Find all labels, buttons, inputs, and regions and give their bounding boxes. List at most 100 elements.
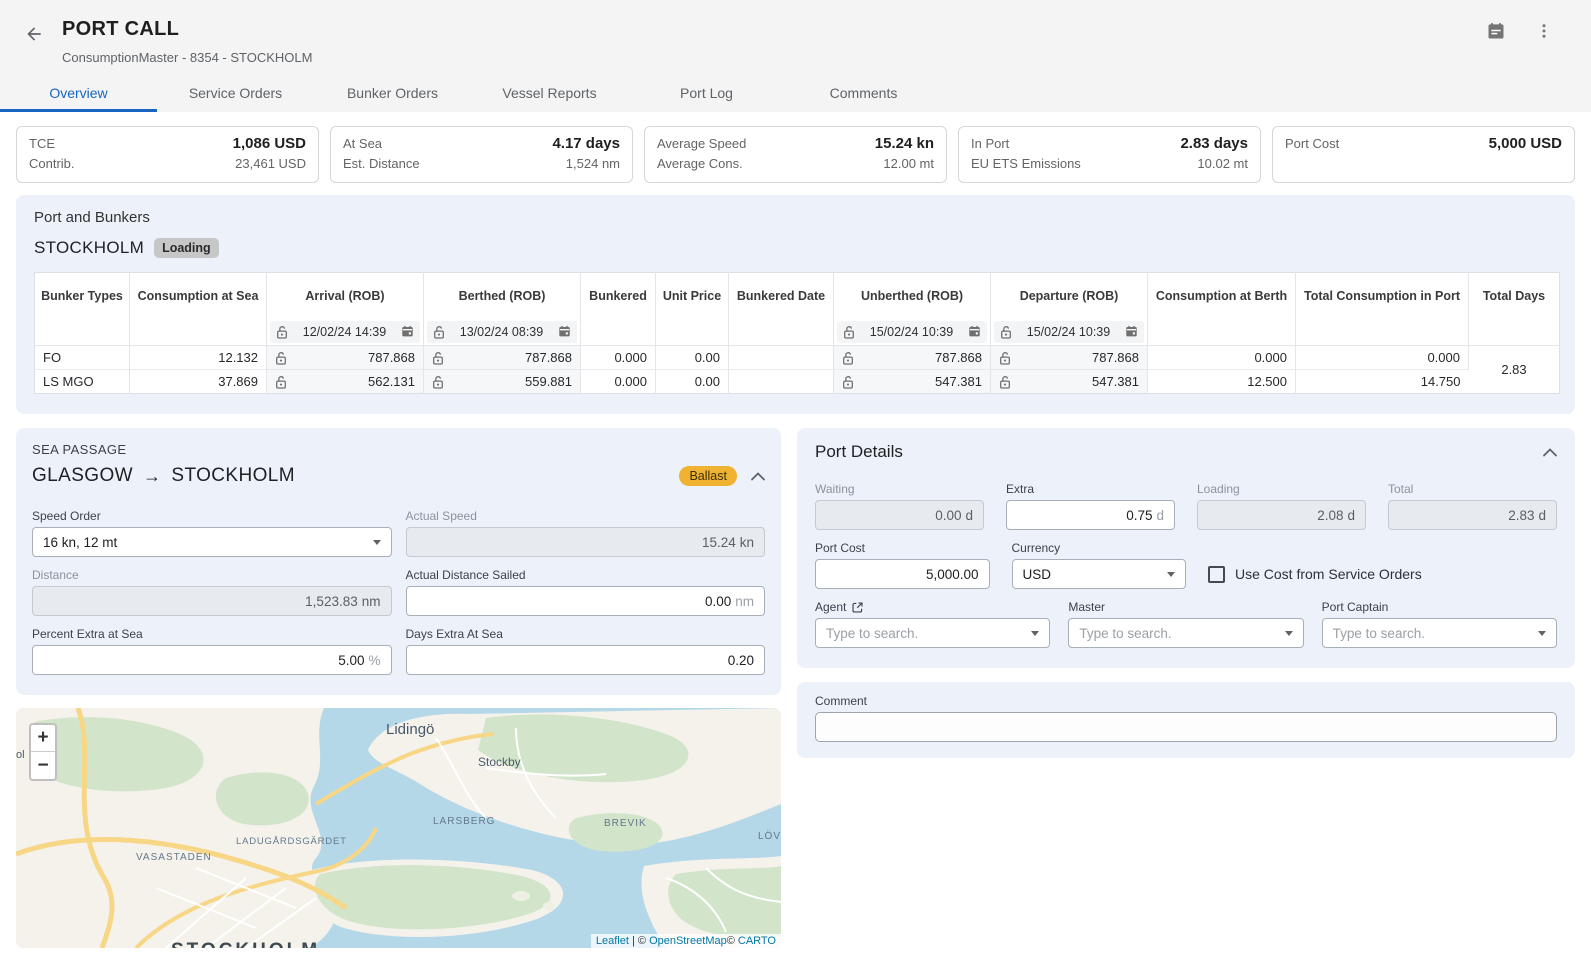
column-header: Total Days xyxy=(1469,273,1560,319)
unberthed-date-picker[interactable]: 15/02/24 10:39 xyxy=(837,321,987,343)
tab-overview[interactable]: Overview xyxy=(0,74,157,112)
column-header: Bunkered xyxy=(581,273,656,319)
tab-port-log[interactable]: Port Log xyxy=(628,74,785,112)
tab-vessel-reports[interactable]: Vessel Reports xyxy=(471,74,628,112)
stat-value: 2.83 days xyxy=(1180,134,1248,154)
port-details-title: Port Details xyxy=(815,442,903,462)
consumption-at-sea-cell[interactable]: 12.132 xyxy=(130,346,267,370)
days-extra-at-sea-field: Days Extra At Sea 0.20 xyxy=(406,627,766,675)
total-field: Total 2.83 d xyxy=(1388,482,1557,530)
bunkered-cell[interactable]: 0.000 xyxy=(581,346,656,370)
column-header: Consumption at Sea xyxy=(130,273,267,319)
speed-order-select[interactable]: 16 kn, 12 mt xyxy=(32,527,392,557)
field-label: Actual Speed xyxy=(406,509,766,523)
map-canvas: Lidingö Stockby LARSBERG BREVIK LÖVBER L… xyxy=(16,708,781,948)
stat-value: 1,086 USD xyxy=(233,134,306,154)
unit-price-cell[interactable]: 0.00 xyxy=(656,346,729,370)
bunker-type-cell: LS MGO xyxy=(35,370,130,394)
field-unit: nm xyxy=(735,594,754,609)
overflow-menu-button[interactable] xyxy=(1531,18,1557,44)
collapse-sea-passage-button[interactable] xyxy=(751,472,765,481)
bunkered-cell[interactable]: 0.000 xyxy=(581,370,656,394)
carto-link[interactable]: CARTO xyxy=(738,935,776,947)
ballast-badge: Ballast xyxy=(679,466,737,486)
waiting-field: Waiting 0.00 d xyxy=(815,482,984,530)
port-captain-field: Port Captain Type to search. xyxy=(1322,600,1557,648)
field-unit: d xyxy=(1347,508,1355,523)
calendar-button[interactable] xyxy=(1483,18,1509,44)
field-label: Distance xyxy=(32,568,392,582)
lock-open-icon[interactable] xyxy=(275,375,287,389)
lock-open-icon[interactable] xyxy=(999,375,1011,389)
attribution-separator: © xyxy=(727,935,738,947)
days-extra-at-sea-input[interactable]: 0.20 xyxy=(406,645,766,675)
use-cost-checkbox[interactable] xyxy=(1208,566,1225,583)
map-zoom-in-button[interactable]: + xyxy=(31,725,55,752)
lock-open-icon[interactable] xyxy=(842,351,854,365)
field-label: Days Extra At Sea xyxy=(406,627,766,641)
port-cost-input[interactable]: 5,000.00 xyxy=(815,559,990,589)
map-attribution: Leaflet | © OpenStreetMap© CARTO xyxy=(591,934,781,948)
lock-open-icon[interactable] xyxy=(999,351,1011,365)
bunkered-date-cell[interactable] xyxy=(729,370,834,394)
master-search-input[interactable]: Type to search. xyxy=(1068,618,1303,648)
arrival-date: 12/02/24 14:39 xyxy=(294,325,395,339)
tab-comments[interactable]: Comments xyxy=(785,74,942,112)
column-header: Bunkered Date xyxy=(729,273,834,319)
rob-value: 787.868 xyxy=(450,350,572,365)
external-link-icon[interactable] xyxy=(851,601,864,614)
leaflet-link[interactable]: Leaflet xyxy=(596,935,629,947)
departure-date: 15/02/24 10:39 xyxy=(1018,325,1119,339)
departure-date-picker[interactable]: 15/02/24 10:39 xyxy=(994,321,1144,343)
lock-open-icon[interactable] xyxy=(432,351,444,365)
currency-select[interactable]: USD xyxy=(1012,559,1187,589)
berthed-date-picker[interactable]: 13/02/24 08:39 xyxy=(427,321,577,343)
consumption-at-berth-cell[interactable]: 0.000 xyxy=(1148,346,1296,370)
lock-open-icon[interactable] xyxy=(432,375,444,389)
loading-field: Loading 2.08 d xyxy=(1197,482,1366,530)
distance-input: 1,523.83 nm xyxy=(32,586,392,616)
page-title: PORT CALL xyxy=(62,18,312,41)
unit-price-cell[interactable]: 0.00 xyxy=(656,370,729,394)
lock-open-icon xyxy=(433,325,445,339)
field-value: 2.08 xyxy=(1317,508,1343,523)
map-zoom-out-button[interactable]: − xyxy=(31,752,55,779)
consumption-at-sea-cell[interactable]: 37.869 xyxy=(130,370,267,394)
comment-input[interactable] xyxy=(815,712,1557,742)
consumption-at-berth-cell[interactable]: 12.500 xyxy=(1148,370,1296,394)
lock-open-icon[interactable] xyxy=(842,375,854,389)
stat-card-port-cost: Port Cost5,000 USD xyxy=(1272,126,1575,183)
lock-open-icon[interactable] xyxy=(275,351,287,365)
calendar-small-icon xyxy=(401,325,414,338)
port-cost-field: Port Cost 5,000.00 xyxy=(815,541,990,589)
map[interactable]: Lidingö Stockby LARSBERG BREVIK LÖVBER L… xyxy=(16,708,781,948)
tab-bar: Overview Service Orders Bunker Orders Ve… xyxy=(0,74,1591,112)
berthed-rob-cell: 787.868 xyxy=(424,346,581,370)
stats-row: TCE1,086 USD Contrib.23,461 USD At Sea4.… xyxy=(16,126,1575,183)
agent-field: Agent Type to search. xyxy=(815,600,1050,648)
map-islet xyxy=(512,891,530,901)
column-header: Berthed (ROB) xyxy=(424,273,581,319)
percent-extra-at-sea-input[interactable]: 5.00 % xyxy=(32,645,392,675)
extra-input[interactable]: 0.75 d xyxy=(1006,500,1175,530)
total-consumption-cell: 14.750 xyxy=(1296,370,1469,394)
collapse-port-details-button[interactable] xyxy=(1543,448,1557,457)
waiting-input: 0.00 d xyxy=(815,500,984,530)
back-button[interactable] xyxy=(20,20,48,48)
agent-search-input[interactable]: Type to search. xyxy=(815,618,1050,648)
distance-field: Distance 1,523.83 nm xyxy=(32,568,392,616)
stat-value: 5,000 USD xyxy=(1489,134,1562,154)
field-unit: d xyxy=(965,508,973,523)
chevron-down-icon xyxy=(1285,631,1293,636)
tab-bunker-orders[interactable]: Bunker Orders xyxy=(314,74,471,112)
unberthed-rob-cell: 787.868 xyxy=(834,346,991,370)
column-header: Departure (ROB) xyxy=(991,273,1148,319)
field-unit: d xyxy=(1156,508,1164,523)
field-value: 2.83 xyxy=(1508,508,1534,523)
tab-service-orders[interactable]: Service Orders xyxy=(157,74,314,112)
port-captain-search-input[interactable]: Type to search. xyxy=(1322,618,1557,648)
actual-distance-sailed-input[interactable]: 0.00 nm xyxy=(406,586,766,616)
bunkered-date-cell[interactable] xyxy=(729,346,834,370)
openstreetmap-link[interactable]: OpenStreetMap xyxy=(649,935,727,947)
arrival-date-picker[interactable]: 12/02/24 14:39 xyxy=(270,321,420,343)
